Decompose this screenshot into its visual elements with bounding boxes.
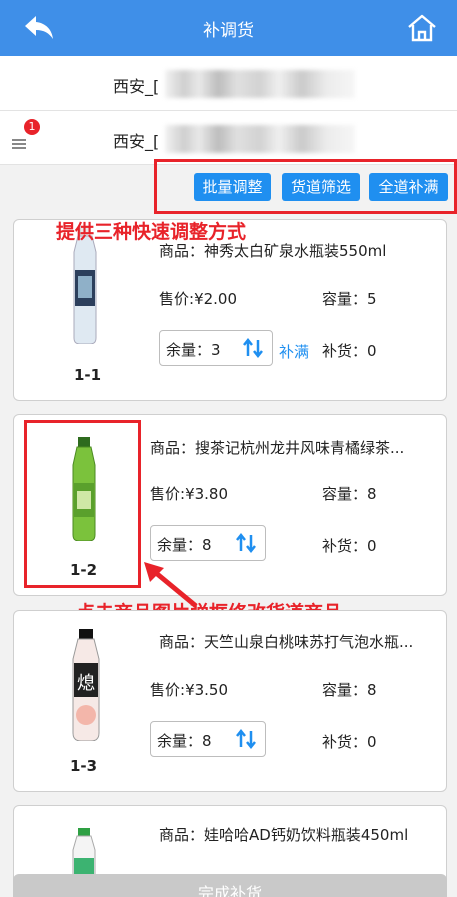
- menu-icon[interactable]: [12, 139, 26, 149]
- product-name-line: 商品：天竺山泉白桃味苏打气泡水瓶...: [159, 631, 439, 652]
- svg-text:熄: 熄: [77, 673, 95, 694]
- capacity-value: 8: [367, 485, 377, 503]
- restock-value: 0: [367, 733, 377, 751]
- price-value: ¥2.00: [194, 290, 238, 308]
- image-highlight-frame: [24, 420, 141, 588]
- price-line: 售价:¥3.80: [150, 483, 228, 504]
- redacted-area: [165, 125, 355, 153]
- price-label: 售价:: [159, 290, 195, 308]
- swap-arrows-icon[interactable]: [235, 533, 257, 553]
- capacity-line: 容量：8: [322, 679, 377, 700]
- stock-stepper[interactable]: 余量：8: [150, 721, 266, 757]
- capacity-value: 8: [367, 681, 377, 699]
- machine-row[interactable]: 西安_[: [0, 111, 457, 165]
- stock-label: 余量：: [166, 341, 212, 359]
- product-name: 天竺山泉白桃味苏打气泡水瓶...: [204, 633, 414, 651]
- product-label: 商品：: [159, 242, 205, 260]
- notification-badge: 1: [24, 119, 40, 135]
- product-name: 娃哈哈AD钙奶饮料瓶装450ml: [204, 826, 409, 844]
- stock-value: 3: [211, 341, 221, 359]
- capacity-line: 容量：8: [322, 483, 377, 504]
- stock-line: 余量：8: [157, 534, 212, 555]
- stock-line: 余量：8: [157, 730, 212, 751]
- capacity-label: 容量：: [322, 290, 368, 308]
- stock-stepper[interactable]: 余量：3: [159, 330, 273, 366]
- restock-label: 补货：: [322, 733, 368, 751]
- capacity-value: 5: [367, 290, 377, 308]
- product-label: 商品：: [150, 439, 196, 457]
- product-name-line: 商品：搜茶记杭州龙井风味青橘绿茶...: [150, 437, 438, 458]
- fill-slot-link[interactable]: 补满: [279, 341, 309, 362]
- header-bar: 补调货: [0, 0, 457, 56]
- page-title: 补调货: [203, 21, 254, 41]
- capacity-label: 容量：: [322, 485, 368, 503]
- fill-all-button[interactable]: 全道补满: [369, 173, 448, 201]
- stock-value: 8: [202, 732, 212, 750]
- stock-line: 余量：3: [166, 339, 221, 360]
- product-name: 神秀太白矿泉水瓶装550ml: [204, 242, 387, 260]
- restock-line: 补货：0: [322, 731, 377, 752]
- stock-label: 余量：: [157, 732, 203, 750]
- restock-line: 补货：0: [322, 535, 377, 556]
- restock-value: 0: [367, 342, 377, 360]
- product-label: 商品：: [159, 633, 205, 651]
- location-row[interactable]: 西安_[: [0, 56, 457, 111]
- product-name: 搜茶记杭州龙井风味青橘绿茶...: [195, 439, 405, 457]
- slot-card: 1-1 商品：神秀太白矿泉水瓶装550ml 售价:¥2.00 容量：5 余量：3…: [13, 219, 447, 401]
- slot-card: 熄 1-3 商品：天竺山泉白桃味苏打气泡水瓶... 售价:¥3.50 容量：8 …: [13, 610, 447, 792]
- batch-adjust-button[interactable]: 批量调整: [194, 173, 271, 201]
- slot-filter-button[interactable]: 货道筛选: [282, 173, 360, 201]
- home-icon[interactable]: [405, 12, 439, 44]
- restock-line: 补货：0: [322, 340, 377, 361]
- stock-label: 余量：: [157, 536, 203, 554]
- location-text: 西安_[: [113, 77, 160, 96]
- price-value: ¥3.50: [185, 681, 229, 699]
- price-value: ¥3.80: [185, 485, 229, 503]
- product-name-line: 商品：娃哈哈AD钙奶饮料瓶装450ml: [159, 824, 439, 845]
- slot-number: 1-1: [74, 366, 102, 384]
- price-label: 售价:: [150, 681, 186, 699]
- soda-bottle-image[interactable]: 熄: [66, 629, 106, 741]
- swap-arrows-icon[interactable]: [242, 338, 264, 358]
- restock-label: 补货：: [322, 342, 368, 360]
- redacted-area: [165, 70, 355, 98]
- restock-label: 补货：: [322, 537, 368, 555]
- capacity-line: 容量：5: [322, 288, 377, 309]
- price-label: 售价:: [150, 485, 186, 503]
- product-label: 商品：: [159, 826, 205, 844]
- complete-restock-button[interactable]: 完成补货: [13, 874, 447, 897]
- capacity-label: 容量：: [322, 681, 368, 699]
- price-line: 售价:¥2.00: [159, 288, 237, 309]
- price-line: 售价:¥3.50: [150, 679, 228, 700]
- swap-arrows-icon[interactable]: [235, 729, 257, 749]
- machine-text: 西安_[: [113, 132, 160, 151]
- restock-value: 0: [367, 537, 377, 555]
- stock-stepper[interactable]: 余量：8: [150, 525, 266, 561]
- slot-number: 1-3: [70, 757, 98, 775]
- stock-value: 8: [202, 536, 212, 554]
- toolbar-annotation: 提供三种快速调整方式: [56, 221, 247, 243]
